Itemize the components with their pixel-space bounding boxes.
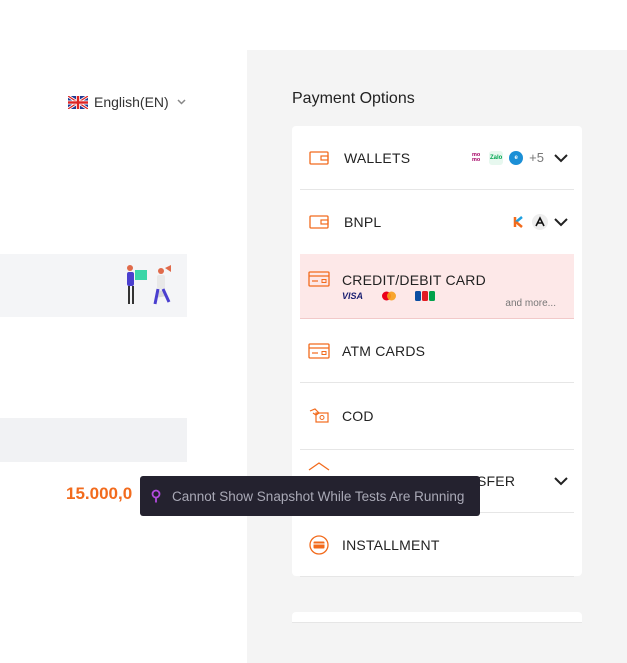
installment-label: INSTALLMENT	[342, 536, 440, 553]
payment-option-bnpl[interactable]: BNPL	[300, 190, 574, 254]
order-panel	[0, 50, 247, 663]
chevron-down-icon	[554, 218, 568, 227]
pin-icon	[151, 489, 161, 503]
wallet-icon	[308, 214, 330, 230]
visa-icon: VISA	[342, 290, 364, 301]
people-illustration-icon	[127, 265, 171, 305]
cash-hand-icon	[308, 408, 330, 424]
payment-option-wallets[interactable]: WALLETS mo mo Zalo e +5	[300, 126, 574, 190]
order-amount: 15.000,0	[66, 484, 133, 503]
card-icon	[308, 271, 330, 287]
jcb-icon	[415, 290, 436, 301]
payment-options-title: Payment Options	[292, 90, 415, 107]
cod-label: COD	[342, 408, 374, 424]
bank-transfer-label: SFER	[477, 473, 516, 489]
ewallet-icon: e	[509, 150, 524, 165]
promo-banner	[0, 254, 187, 317]
chevron-down-icon	[554, 153, 568, 162]
chevron-down-icon	[554, 477, 568, 486]
uk-flag-icon	[68, 95, 88, 109]
installment-icon	[308, 534, 330, 555]
bnpl-label: BNPL	[344, 214, 382, 230]
atome-icon	[532, 214, 548, 230]
payment-option-installment[interactable]: INSTALLMENT	[300, 513, 574, 577]
momo-icon: mo mo	[469, 150, 484, 165]
wallet-icon	[308, 150, 330, 166]
payment-option-credit-debit-card[interactable]: CREDIT/DEBIT CARD VISA and more...	[300, 254, 574, 319]
language-selector[interactable]: English(EN)	[68, 94, 186, 110]
more-cards-text: and more...	[505, 298, 556, 309]
wallets-label: WALLETS	[344, 149, 411, 166]
payment-option-atm-cards[interactable]: ATM CARDS	[300, 319, 574, 383]
zalopay-icon: Zalo	[489, 150, 504, 165]
kredivo-icon	[513, 216, 523, 228]
payment-options-card-secondary	[292, 612, 582, 623]
chevron-down-icon	[177, 99, 186, 105]
snapshot-tooltip: Cannot Show Snapshot While Tests Are Run…	[140, 476, 480, 516]
top-bar	[0, 0, 627, 50]
atm-card-icon	[308, 342, 330, 359]
payment-option-cod[interactable]: COD	[300, 383, 574, 450]
mastercard-icon	[382, 291, 397, 300]
tooltip-text: Cannot Show Snapshot While Tests Are Run…	[172, 488, 465, 504]
summary-bar	[0, 418, 187, 462]
atm-cards-label: ATM CARDS	[342, 342, 426, 359]
credit-debit-card-label: CREDIT/DEBIT CARD	[342, 271, 486, 288]
language-label: English(EN)	[94, 94, 169, 110]
more-wallets-count: +5	[529, 150, 544, 165]
